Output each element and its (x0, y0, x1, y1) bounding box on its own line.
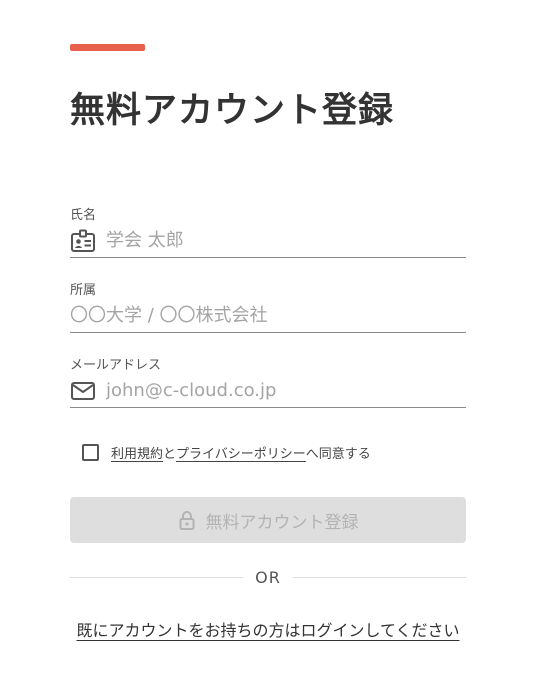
or-text: OR (255, 568, 281, 587)
name-label: 氏名 (70, 208, 97, 223)
or-divider: OR (70, 568, 466, 587)
page-title: 無料アカウント登録 (70, 91, 395, 131)
email-label: メールアドレス (70, 358, 162, 373)
email-field-group: メールアドレス (70, 358, 466, 408)
mail-icon (70, 379, 96, 403)
affiliation-label: 所属 (70, 283, 97, 298)
email-input[interactable] (106, 375, 466, 406)
name-field-row (70, 224, 466, 258)
divider-line-right (292, 577, 466, 578)
privacy-policy-link[interactable]: プライバシーポリシー (176, 443, 306, 462)
register-button[interactable]: 無料アカウント登録 (70, 497, 466, 543)
agreement-row: 利用規約 と プライバシーポリシー へ同意する (82, 443, 371, 462)
agree-checkbox[interactable] (82, 444, 99, 461)
agreement-and-text: と (163, 447, 177, 462)
id-badge-icon (70, 229, 96, 253)
name-input[interactable] (106, 225, 466, 256)
name-field-group: 氏名 (70, 208, 466, 258)
accent-bar (70, 44, 145, 51)
affiliation-field-row (70, 299, 466, 333)
agreement-suffix-text: へ同意する (305, 447, 371, 462)
header: 無料アカウント登録 (70, 44, 466, 137)
lock-icon (178, 510, 196, 530)
email-field-row (70, 374, 466, 408)
register-button-label: 無料アカウント登録 (205, 512, 359, 532)
affiliation-field-group: 所属 (70, 283, 466, 333)
login-link[interactable]: 既にアカウントをお持ちの方はログインしてください (0, 617, 536, 641)
divider-line-left (70, 577, 244, 578)
affiliation-input[interactable] (70, 300, 466, 331)
terms-link[interactable]: 利用規約 (111, 443, 163, 462)
